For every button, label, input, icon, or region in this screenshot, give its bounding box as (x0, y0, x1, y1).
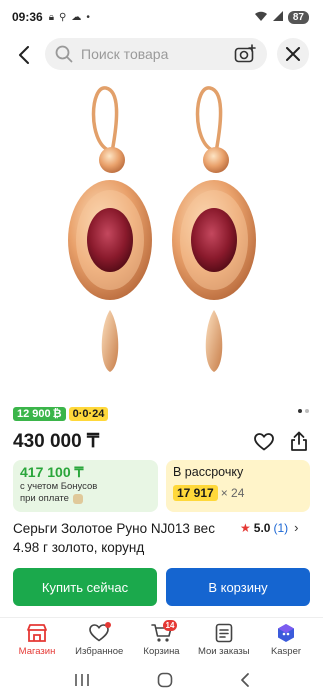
home-button[interactable] (157, 672, 173, 693)
image-pagination (298, 409, 309, 413)
lock-icon: 🔒︎ (48, 11, 55, 23)
search-input[interactable] (81, 46, 233, 62)
pagination-dot-active (298, 409, 302, 413)
nav-item-shop[interactable]: Магазин (6, 618, 68, 662)
camera-icon (234, 44, 256, 63)
installment-multiplier: × 24 (220, 486, 245, 500)
bottom-navigation: Магазин Избранное 14 Корзина Мои заказы … (0, 617, 323, 662)
chevron-left-icon (19, 46, 29, 64)
nav-item-favorites[interactable]: Избранное (68, 618, 130, 662)
search-row (0, 38, 323, 72)
back-button[interactable] (10, 41, 38, 69)
product-title: Серьги Золотое Руно NJ013 вес 4.98 г зол… (13, 521, 215, 555)
bonus-caption-row: при оплате (20, 493, 151, 505)
price-badges: 12 900 ₿ 0·0·24 (13, 407, 109, 421)
close-icon (286, 47, 300, 61)
bonus-coin-icon: ₿ (52, 408, 62, 420)
search-icon (55, 45, 73, 63)
walk-icon: ⚲ (59, 11, 67, 23)
back-icon (240, 672, 249, 687)
recent-apps-icon (74, 673, 89, 686)
search-bar[interactable] (45, 38, 267, 70)
buy-now-button[interactable]: Купить сейчас (13, 568, 157, 606)
nav-item-orders[interactable]: Мои заказы (193, 618, 255, 662)
system-navigation-bar (0, 664, 323, 700)
nav-item-cart[interactable]: 14 Корзина (131, 618, 193, 662)
status-bar: 09:36 🔒︎ ⚲ ☁︎ • 87 (0, 0, 323, 34)
nav-label-cart: Корзина (143, 646, 180, 657)
pagination-dot (305, 409, 309, 413)
nav-label-shop: Магазин (18, 646, 56, 657)
camera-search-button[interactable] (233, 42, 257, 66)
product-rating[interactable]: ★ 5.0 (1) › (240, 520, 298, 535)
shop-icon (26, 623, 48, 643)
installment-badge-price: 12 900 (17, 408, 51, 420)
kasper-icon (275, 623, 297, 643)
status-right: 87 (254, 10, 309, 25)
status-notification-icons: 🔒︎ ⚲ ☁︎ • (49, 12, 90, 23)
nav-label-orders: Мои заказы (197, 646, 250, 657)
installment-card[interactable]: В рассрочку 17 917 × 24 (166, 460, 310, 512)
system-back-button[interactable] (240, 672, 250, 693)
wifi-icon (254, 10, 268, 25)
product-image[interactable] (40, 80, 280, 390)
left-earring (68, 86, 152, 372)
cart-icon: 14 (150, 620, 178, 643)
cloud-icon: ☁︎ (71, 11, 82, 23)
signal-icon (272, 10, 284, 25)
product-price: 430 000 ₸ (13, 431, 100, 452)
battery-indicator: 87 (287, 10, 309, 24)
share-icon (291, 431, 307, 451)
bonus-caption-line2: при оплате (20, 493, 69, 504)
dot-icon: • (86, 11, 90, 23)
installment-row: 17 917 × 24 (173, 485, 303, 501)
installment-title: В рассрочку (173, 465, 244, 479)
cart-count-badge: 14 (162, 620, 178, 631)
status-left: 09:36 🔒︎ ⚲ ☁︎ • (12, 10, 90, 24)
nav-label-favorites: Избранное (75, 646, 124, 657)
share-button[interactable] (287, 429, 311, 453)
bonus-coin-icon (72, 494, 83, 504)
chevron-right-icon: › (294, 520, 299, 535)
installment-amount: 17 917 (173, 485, 218, 501)
notification-dot (105, 622, 112, 628)
favorite-button[interactable] (252, 430, 276, 454)
add-to-cart-button[interactable]: В корзину (166, 568, 310, 606)
heart-icon (254, 433, 274, 451)
home-icon (157, 672, 172, 687)
plan-badge: 0·0·24 (68, 407, 109, 421)
bonus-caption-line1: с учетом Бонусов (20, 481, 98, 492)
right-earring (172, 86, 256, 372)
recent-apps-button[interactable] (74, 673, 90, 692)
bonus-price: 417 100 ₸ (20, 464, 84, 480)
star-icon: ★ (240, 520, 251, 535)
nav-label-kasper: Kasper (270, 646, 302, 657)
rating-count: (1) (273, 520, 289, 535)
bonus-price-card[interactable]: 417 100 ₸ с учетом Бонусов при оплате (13, 460, 158, 512)
heart-icon (88, 622, 112, 643)
installment-badge: 12 900 ₿ (13, 407, 66, 421)
rating-value: 5.0 (253, 520, 271, 535)
status-time: 09:36 (12, 10, 43, 24)
orders-icon (213, 623, 235, 643)
nav-item-kasper[interactable]: Kasper (255, 618, 317, 662)
earrings-illustration (68, 86, 256, 372)
close-button[interactable] (277, 38, 309, 70)
